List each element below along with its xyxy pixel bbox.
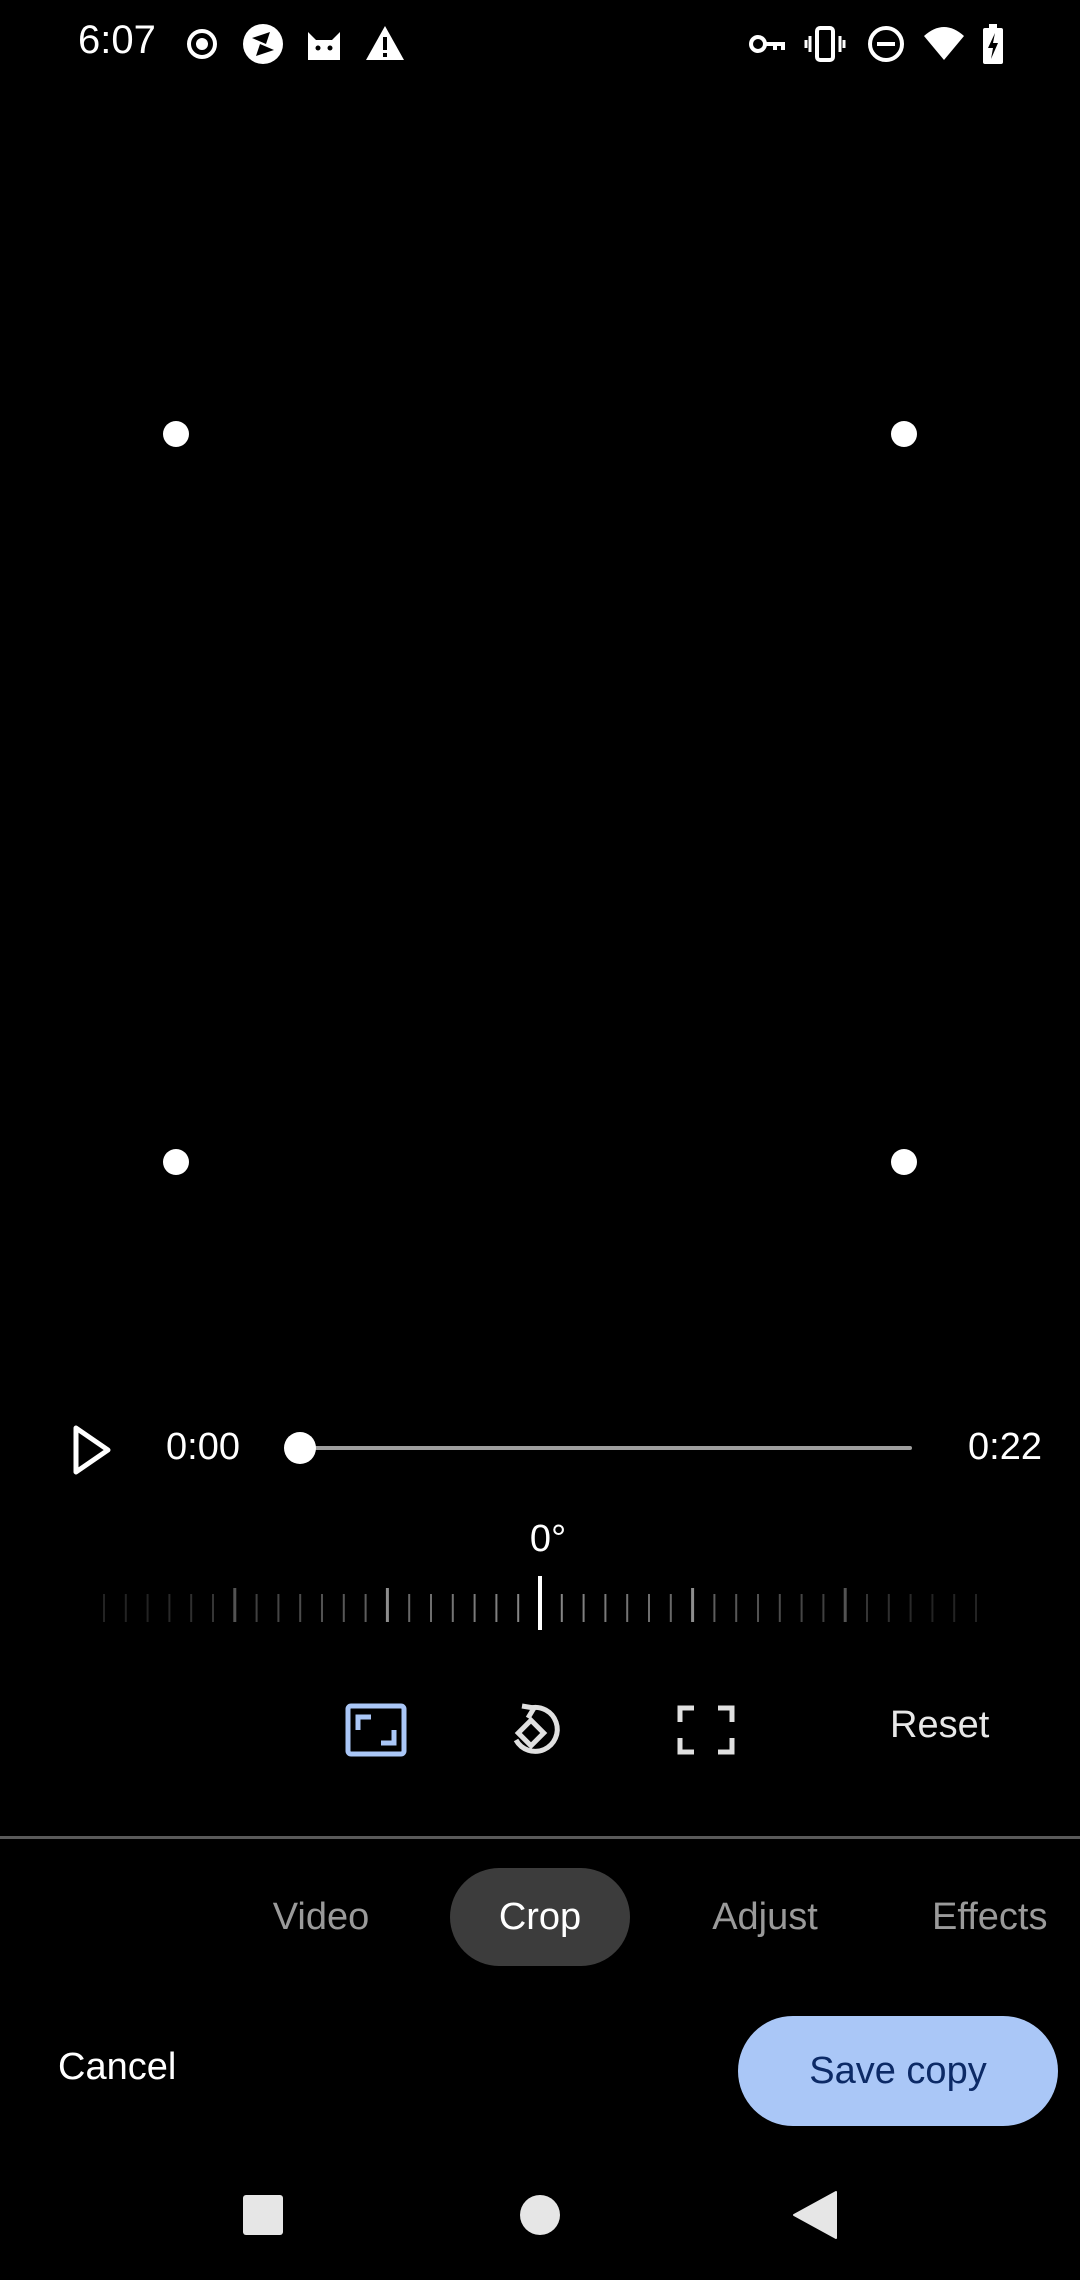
vibrate-icon	[804, 26, 846, 62]
rotation-dial[interactable]	[60, 1574, 1020, 1634]
seek-thumb[interactable]	[284, 1432, 316, 1464]
do-not-disturb-icon	[868, 26, 904, 62]
vpn-key-icon	[749, 35, 785, 53]
warning-icon	[366, 26, 404, 60]
tab-effects[interactable]: Effects	[932, 1868, 1080, 1966]
duration: 0:22	[968, 1426, 1042, 1468]
recents-icon[interactable]	[242, 2194, 284, 2236]
save-copy-button[interactable]: Save copy	[738, 2016, 1058, 2126]
record-icon	[187, 29, 217, 59]
aspect-ratio-icon[interactable]	[336, 1700, 416, 1760]
battery-charging-icon	[983, 24, 1003, 64]
play-icon[interactable]	[66, 1420, 116, 1480]
crop-handle-top-right[interactable]	[891, 421, 917, 447]
divider	[0, 1836, 1080, 1839]
status-bar: 6:07	[0, 0, 1080, 90]
tab-crop[interactable]: Crop	[450, 1868, 630, 1966]
photo-app-icon	[243, 24, 283, 64]
tab-video[interactable]: Video	[246, 1868, 396, 1966]
current-time: 0:00	[166, 1426, 240, 1468]
seek-bar[interactable]	[300, 1446, 912, 1450]
cat-icon	[308, 32, 340, 60]
crop-handle-top-left[interactable]	[163, 421, 189, 447]
rotation-angle: 0°	[529, 1518, 567, 1560]
tab-adjust[interactable]: Adjust	[690, 1868, 840, 1966]
rotate-icon[interactable]	[500, 1700, 580, 1760]
status-time: 6:07	[78, 18, 156, 62]
back-icon[interactable]	[792, 2190, 838, 2240]
crop-handle-bottom-right[interactable]	[891, 1149, 917, 1175]
cancel-button[interactable]: Cancel	[58, 2046, 176, 2089]
reset-button[interactable]: Reset	[890, 1704, 989, 1747]
wifi-icon	[924, 27, 964, 60]
crop-handle-bottom-left[interactable]	[163, 1149, 189, 1175]
home-icon[interactable]	[519, 2194, 561, 2236]
crop-free-icon[interactable]	[666, 1700, 746, 1760]
